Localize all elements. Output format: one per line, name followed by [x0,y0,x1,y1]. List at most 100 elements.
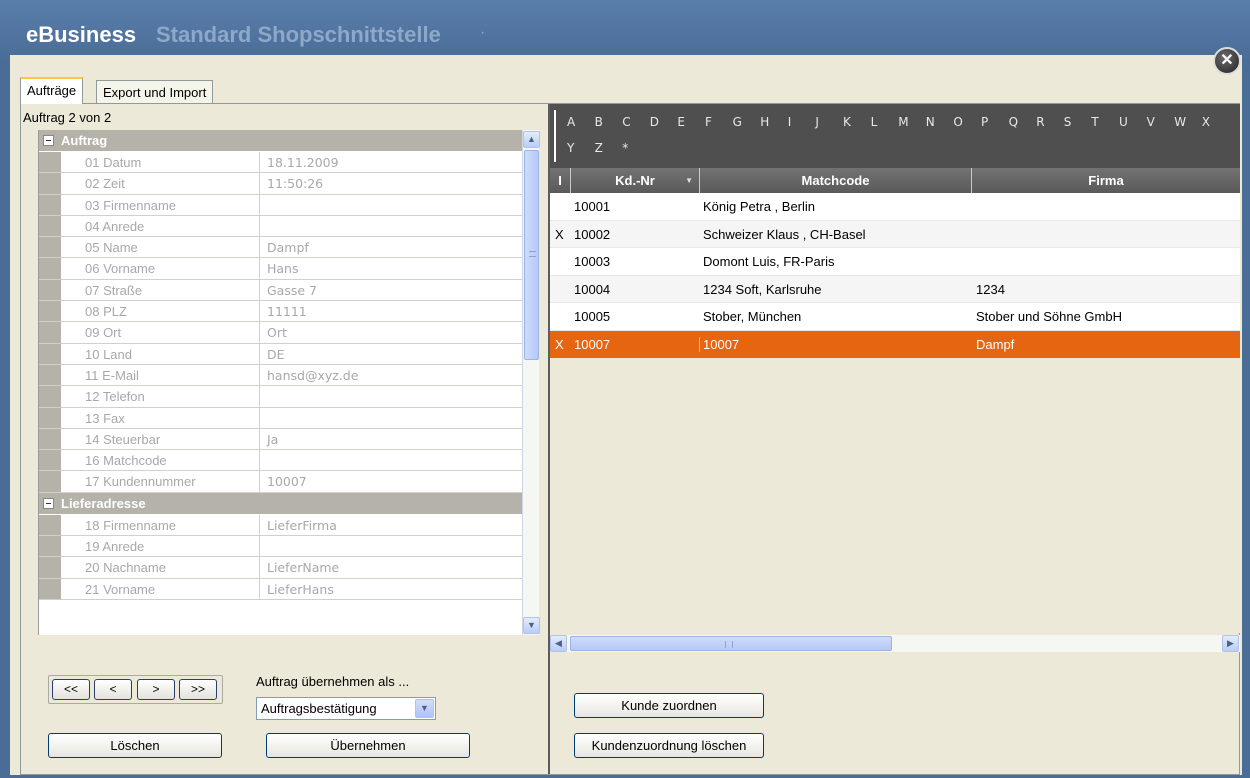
next-record-button[interactable]: > [137,679,175,700]
delete-button[interactable]: Löschen [48,733,222,758]
property-value[interactable]: LieferName [267,560,339,575]
alphabet-letter[interactable]: P [981,115,988,129]
customer-table-hscrollbar[interactable]: ◀ ▶ [550,635,1240,652]
property-value[interactable]: hansd@xyz.de [267,368,358,383]
alphabet-letter[interactable]: B [595,115,603,129]
tab-export-import[interactable]: Export und Import [96,80,214,104]
alphabet-letter[interactable]: Z [595,141,603,155]
property-row[interactable]: 19 Anrede [39,536,522,558]
property-row[interactable]: 13 Fax [39,407,522,429]
property-row[interactable]: 17 Kundennummer 10007 [39,471,522,493]
alphabet-letter[interactable]: N [926,115,935,129]
property-row[interactable]: 07 Straße Gasse 7 [39,279,522,302]
first-record-button[interactable]: << [52,679,90,700]
property-value[interactable]: Hans [267,261,299,276]
table-row[interactable]: 10004 1234 Soft, Karlsruhe 1234 [550,275,1240,304]
alphabet-letter[interactable]: D [650,115,659,129]
alphabet-letter[interactable]: O [953,115,962,129]
alphabet-letter[interactable]: Q [1009,115,1018,129]
column-number[interactable]: Kd.-Nr ▼ [571,168,700,193]
collapse-icon[interactable] [43,135,54,146]
alphabet-letter[interactable]: T [1091,115,1098,129]
alphabet-letter[interactable]: E [677,115,685,129]
property-name: 14 Steuerbar [39,428,260,450]
property-value[interactable]: 18.11.2009 [267,155,339,170]
scroll-up-icon[interactable]: ▲ [523,131,540,148]
alphabet-letter[interactable]: * [622,141,628,155]
property-row[interactable]: 01 Datum 18.11.2009 [39,152,522,174]
alphabet-letter[interactable]: H [760,115,769,129]
property-row[interactable]: 09 Ort Ort [39,322,522,344]
property-value[interactable]: DE [267,347,285,362]
category-row[interactable]: Auftrag [39,130,522,152]
property-row[interactable]: 05 Name Dampf [39,237,522,259]
property-row[interactable]: 08 PLZ 11111 [39,301,522,323]
scroll-thumb[interactable] [570,636,892,651]
property-value[interactable]: 11111 [267,304,307,319]
alphabet-letter[interactable]: K [843,115,851,129]
scroll-thumb[interactable] [524,150,539,360]
previous-record-button[interactable]: < [94,679,132,700]
alphabet-letter[interactable]: S [1064,115,1072,129]
scroll-left-icon[interactable]: ◀ [550,635,567,652]
alphabet-letter[interactable]: C [622,115,630,129]
alphabet-letter[interactable]: J [815,115,819,129]
alphabet-letter[interactable]: Y [567,141,574,155]
category-row[interactable]: Lieferadresse [39,492,522,515]
column-flag[interactable]: I [550,168,571,193]
property-row[interactable]: 03 Firmenname [39,194,522,216]
title-menu-icon[interactable]: · [480,24,485,42]
property-value[interactable]: LieferHans [267,582,334,597]
takeover-select[interactable]: Auftragsbestätigung ▼ [256,697,436,720]
property-grid[interactable]: Auftrag 01 Datum 18.11.2009 02 Zeit 11:50:26… [38,130,522,635]
property-row[interactable]: 06 Vorname Hans [39,258,522,280]
property-row[interactable]: 20 Nachname LieferName [39,557,522,579]
property-row[interactable]: 16 Matchcode [39,450,522,472]
assign-customer-button[interactable]: Kunde zuordnen [574,693,764,718]
alphabet-letter[interactable]: W [1174,115,1186,129]
unassign-customer-button[interactable]: Kundenzuordnung löschen [574,733,764,758]
tab-auftraege[interactable]: Aufträge [20,77,84,104]
row-company: 1234 [976,281,1005,297]
table-row[interactable]: X 10002 Schweizer Klaus , CH-Basel [550,220,1240,249]
table-row[interactable]: 10005 Stober, München Stober und Söhne Gmb… [550,303,1240,331]
table-row[interactable]: 10003 Domont Luis, FR-Paris [550,248,1240,276]
close-icon[interactable]: ✕ [1213,47,1241,75]
property-row[interactable]: 14 Steuerbar Ja [39,428,522,451]
column-matchcode[interactable]: Matchcode [700,168,972,193]
property-value[interactable]: 10007 [267,474,307,489]
property-row[interactable]: 18 Firmenname LieferFirma [39,514,522,537]
alphabet-letter[interactable]: A [567,115,575,129]
table-row[interactable]: 10001 König Petra , Berlin [550,193,1240,221]
alphabet-letter[interactable]: U [1119,115,1128,129]
property-row[interactable]: 10 Land DE [39,343,522,365]
property-row[interactable]: 11 E-Mail hansd@xyz.de [39,364,522,387]
scroll-down-icon[interactable]: ▼ [523,617,540,634]
chevron-down-icon[interactable]: ▼ [415,699,434,718]
property-grid-scrollbar[interactable]: ▲ ▼ [522,130,540,635]
property-row[interactable]: 12 Telefon [39,386,522,408]
alphabet-letter[interactable]: I [788,115,792,129]
collapse-icon[interactable] [43,497,54,509]
alphabet-letter[interactable]: L [871,115,878,129]
property-row[interactable]: 02 Zeit 11:50:26 [39,173,522,195]
alphabet-letter[interactable]: X [1202,115,1210,129]
alphabet-letter[interactable]: R [1036,115,1044,129]
property-value[interactable]: Gasse 7 [267,283,317,298]
alphabet-letter[interactable]: G [733,115,742,129]
property-value[interactable]: Ort [267,325,287,340]
property-value[interactable]: 11:50:26 [267,176,323,191]
table-row[interactable]: X 10007 10007 Dampf [550,330,1240,359]
last-record-button[interactable]: >> [179,679,217,700]
alphabet-letter[interactable]: M [898,115,908,129]
alphabet-letter[interactable]: V [1147,115,1155,129]
property-value[interactable]: Ja [267,432,278,447]
apply-button[interactable]: Übernehmen [266,733,470,758]
scroll-right-icon[interactable]: ▶ [1222,635,1239,652]
property-value[interactable]: Dampf [267,240,309,255]
column-company[interactable]: Firma [972,168,1240,193]
property-value[interactable]: LieferFirma [267,518,337,533]
property-row[interactable]: 04 Anrede [39,215,522,238]
property-row[interactable]: 21 Vorname LieferHans [39,578,522,600]
alphabet-letter[interactable]: F [705,115,712,129]
